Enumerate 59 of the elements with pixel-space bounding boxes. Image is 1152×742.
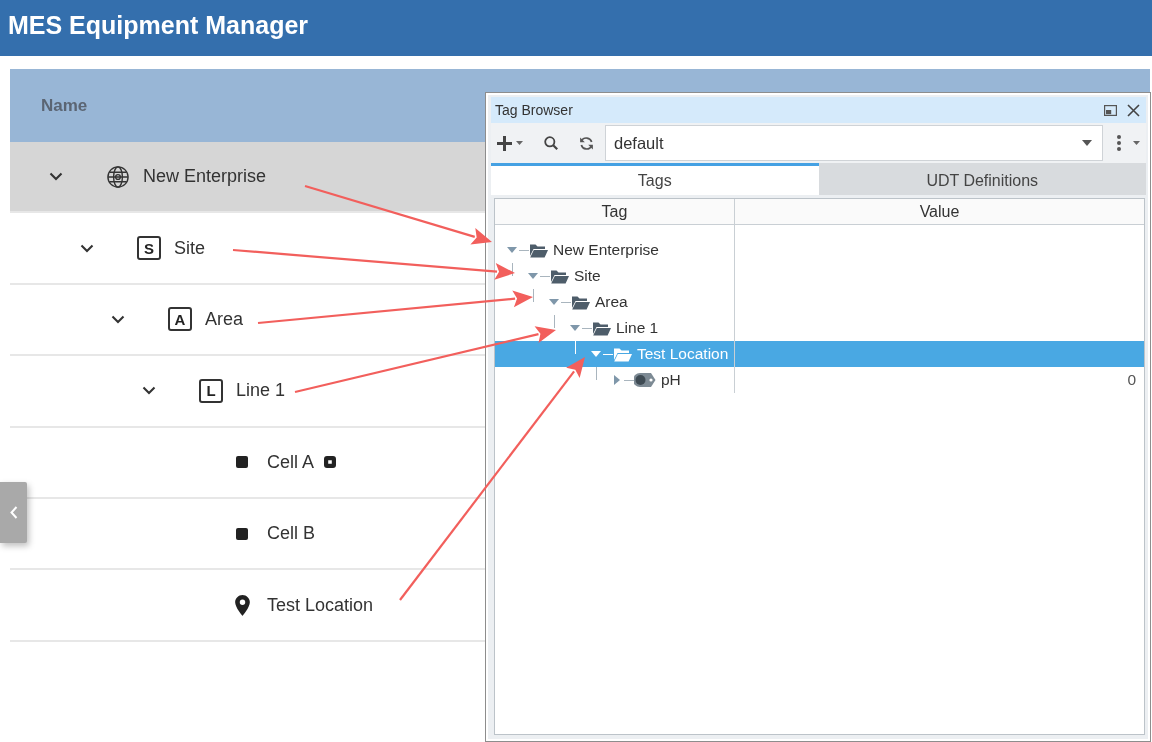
folder-icon	[529, 242, 548, 258]
column-header[interactable]: Value	[735, 199, 1144, 224]
folder-icon	[571, 294, 590, 310]
tree-label: Test Location	[637, 345, 729, 363]
tree-row[interactable]: New Enterprise	[495, 237, 1144, 263]
restore-window-button[interactable]	[1104, 104, 1117, 116]
triangle-down-icon[interactable]	[507, 247, 517, 253]
square-icon	[236, 527, 248, 540]
search-icon	[544, 136, 558, 150]
row-label: Cell B	[267, 523, 315, 545]
location-pin-icon	[234, 594, 250, 616]
boxed-letter-icon: S	[137, 236, 161, 261]
tab[interactable]: Tags	[491, 163, 819, 195]
chevron-down-icon[interactable]	[49, 172, 63, 182]
refresh-icon	[579, 135, 594, 151]
square-icon	[236, 456, 248, 469]
tab[interactable]: UDT Definitions	[818, 163, 1146, 195]
triangle-down-icon[interactable]	[528, 273, 538, 279]
add-tag-button[interactable]	[497, 135, 523, 151]
tree-label: pH	[661, 371, 681, 389]
row-label: Site	[174, 237, 206, 259]
tag-value: 0	[1127, 371, 1136, 389]
tree-label: Line 1	[616, 319, 659, 337]
restore-window-icon	[1104, 104, 1117, 116]
triangle-down-icon[interactable]	[549, 299, 559, 305]
provider-dropdown[interactable]: default	[605, 125, 1103, 161]
triangle-down-icon[interactable]	[591, 351, 601, 357]
close-button[interactable]	[1127, 103, 1140, 117]
boxed-letter-icon: L	[199, 378, 223, 403]
window-title: Tag Browser	[495, 102, 573, 118]
row-label: Test Location	[267, 594, 374, 616]
row-label: Cell A	[267, 451, 315, 473]
triangle-down-icon[interactable]	[570, 325, 580, 331]
caret-icon	[1082, 140, 1092, 146]
row-label: Line 1	[236, 380, 286, 402]
chevron-down-icon[interactable]	[80, 243, 94, 253]
globe-icon	[107, 165, 129, 188]
triangle-right-icon[interactable]	[614, 375, 620, 385]
row-label: Area	[205, 308, 244, 330]
boxed-letter-icon: A	[168, 307, 192, 332]
chevron-down-icon[interactable]	[142, 386, 156, 396]
tree-label: New Enterprise	[553, 241, 659, 259]
close-icon	[1127, 103, 1140, 117]
chevron-down-icon[interactable]	[111, 314, 125, 324]
tag-icon	[634, 372, 656, 388]
folder-icon	[592, 320, 611, 336]
refresh-button[interactable]	[579, 135, 594, 151]
plus-icon	[497, 135, 512, 151]
folder-icon	[613, 346, 632, 362]
tree-label: Area	[595, 293, 628, 311]
search-button[interactable]	[544, 136, 558, 150]
chevron-left-icon	[9, 506, 18, 519]
more-options-button[interactable]	[1117, 135, 1140, 151]
column-header[interactable]: Tag	[495, 199, 735, 224]
vertical-dots-icon	[1117, 135, 1121, 151]
folder-icon	[550, 268, 569, 284]
app-title: MES Equipment Manager	[8, 11, 309, 40]
row-label: New Enterprise	[143, 166, 267, 188]
tree-label: Site	[574, 267, 601, 285]
